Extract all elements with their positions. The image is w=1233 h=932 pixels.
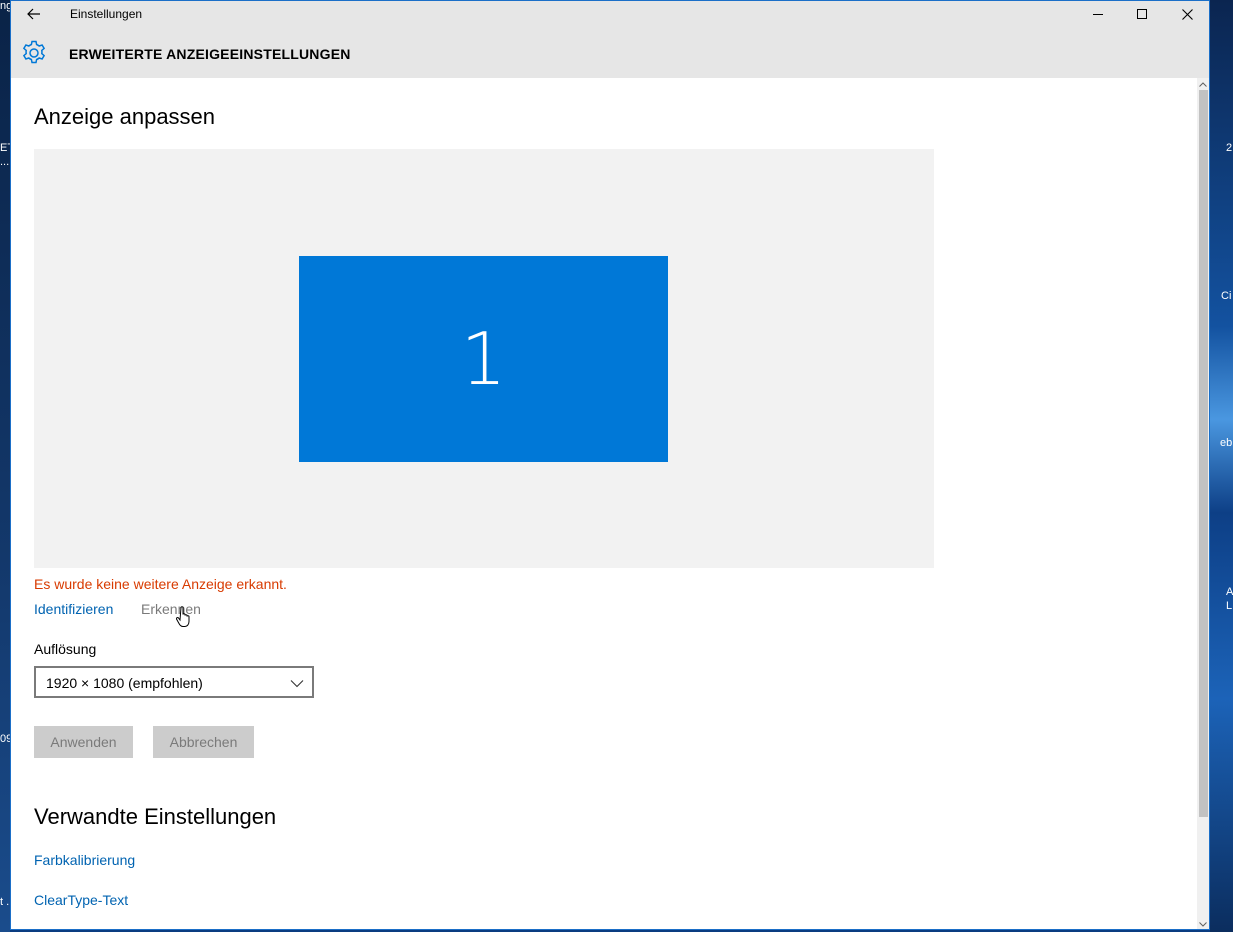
cleartype-text-link[interactable]: ClearType-Text	[34, 892, 128, 908]
vertical-scrollbar[interactable]	[1197, 78, 1209, 929]
scroll-up-button[interactable]	[1197, 79, 1209, 89]
close-icon	[1181, 8, 1193, 20]
gear-icon	[22, 40, 46, 64]
scrollbar-thumb[interactable]	[1199, 90, 1208, 817]
color-calibration-link[interactable]: Farbkalibrierung	[34, 852, 135, 868]
minimize-icon	[1093, 14, 1103, 15]
section-heading-related: Verwandte Einstellungen	[34, 804, 277, 829]
cancel-button[interactable]: Abbrechen	[153, 726, 254, 758]
scroll-down-button[interactable]	[1197, 919, 1209, 929]
maximize-icon	[1137, 9, 1147, 19]
chevron-down-icon	[290, 680, 304, 688]
display-preview-area: 1	[34, 149, 934, 568]
desktop-fragment: A	[1226, 586, 1233, 598]
scroll-up-icon	[1199, 81, 1207, 87]
hand-cursor-icon	[176, 606, 190, 627]
desktop-fragment: L	[1226, 600, 1233, 612]
maximize-button[interactable]	[1119, 1, 1165, 27]
page-header: ERWEITERTE ANZEIGEEINSTELLUNGEN	[11, 28, 1209, 78]
apply-button[interactable]: Anwenden	[34, 726, 133, 758]
close-button[interactable]	[1164, 1, 1209, 27]
desktop-right-edge	[1210, 0, 1233, 932]
back-arrow-icon	[27, 8, 40, 20]
identify-link[interactable]: Identifizieren	[34, 601, 113, 617]
desktop-fragment: eb	[1220, 437, 1233, 449]
window-title: Einstellungen	[70, 7, 143, 21]
back-button[interactable]	[21, 3, 47, 25]
resolution-label: Auflösung	[34, 641, 97, 657]
minimize-button[interactable]	[1075, 1, 1121, 27]
desktop-fragment: ...	[0, 156, 10, 168]
no-display-warning: Es wurde keine weitere Anzeige erkannt.	[34, 576, 287, 592]
desktop-fragment: 2	[1226, 142, 1233, 154]
desktop-fragment: Ci	[1221, 290, 1232, 302]
section-heading-display: Anzeige anpassen	[34, 104, 216, 129]
display-number: 1	[460, 317, 507, 401]
desktop-fragment: t .	[0, 896, 10, 908]
page-title: ERWEITERTE ANZEIGEEINSTELLUNGEN	[69, 46, 351, 62]
scroll-down-icon	[1199, 921, 1207, 927]
settings-window: Einstellungen ERWEITERTE ANZEIGEEINSTELL…	[10, 0, 1210, 930]
resolution-value: 1920 × 1080 (empfohlen)	[46, 675, 203, 691]
content-area: Anzeige anpassen 1 Es wurde keine weiter…	[11, 78, 1197, 929]
title-bar: Einstellungen	[11, 1, 1209, 28]
resolution-dropdown[interactable]: 1920 × 1080 (empfohlen)	[34, 666, 314, 698]
desktop-left-edge	[0, 0, 10, 932]
display-tile-1[interactable]: 1	[299, 256, 668, 462]
